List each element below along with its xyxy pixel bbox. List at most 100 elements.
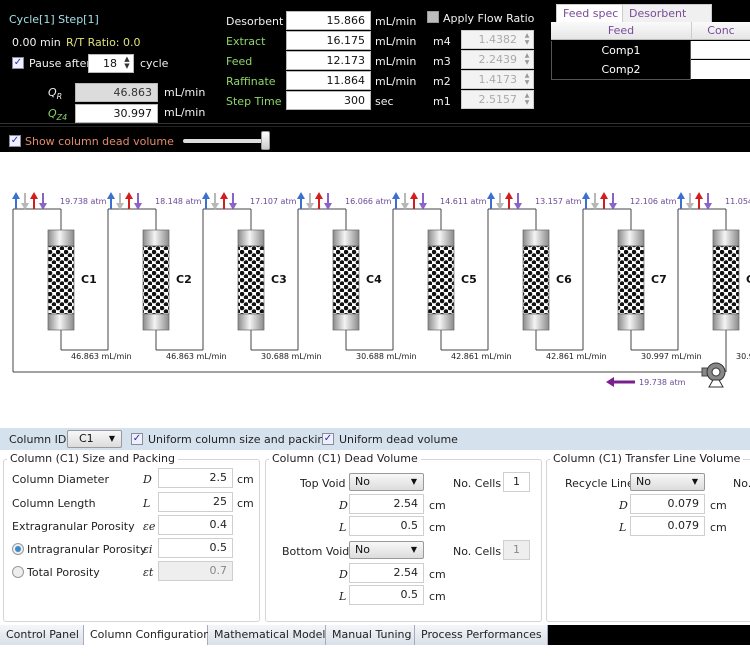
- uniform-size-checkbox[interactable]: ✓: [131, 433, 143, 445]
- eps-e-symbol: εe: [143, 520, 156, 533]
- column-packing: [142, 245, 170, 315]
- divider: [0, 126, 750, 127]
- bottom-void-select[interactable]: No ▼: [349, 541, 424, 559]
- feed-row-comp2[interactable]: Comp2: [552, 60, 690, 79]
- column-cap-bottom: [617, 313, 645, 331]
- pressure-label: 17.107 atm: [250, 197, 297, 206]
- intragranular-porosity-radio[interactable]: [12, 543, 24, 555]
- transfer-line-title: Column (C1) Transfer Line Volume: [550, 452, 744, 465]
- column-diameter-label: Column Diameter: [12, 473, 109, 486]
- size-packing-title: Column (C1) Size and Packing: [7, 452, 178, 465]
- recycle-length-input[interactable]: 0.079: [630, 516, 705, 536]
- pause-after-label: Pause after: [29, 57, 91, 70]
- feed-row-comp1[interactable]: Comp1: [552, 41, 690, 60]
- pump-rotor: [711, 367, 721, 377]
- top-l-symbol: L: [339, 521, 347, 534]
- recycle-diameter-input[interactable]: 0.079: [630, 494, 705, 514]
- column-id-label: C6: [556, 273, 572, 286]
- tab-manual-tuning[interactable]: Manual Tuning: [326, 625, 415, 645]
- conc-column-header: Conc: [691, 22, 750, 40]
- uniform-dead-volume-checkbox[interactable]: ✓: [322, 433, 334, 445]
- dead-volume-slider-track[interactable]: [183, 139, 268, 143]
- column-cap-bottom: [142, 313, 170, 331]
- recycle-line-select[interactable]: No ▼: [630, 473, 705, 491]
- diameter-unit: cm: [237, 473, 254, 486]
- column-cap-top: [237, 229, 265, 247]
- qz4-unit: mL/min: [164, 106, 206, 119]
- top-void-length-input[interactable]: 0.5: [349, 516, 424, 536]
- recycle-pressure-label: 19.738 atm: [639, 378, 686, 387]
- tab-control-panel[interactable]: Control Panel: [0, 625, 84, 645]
- tab-desorbent-spec[interactable]: Desorbent spec: [622, 4, 712, 37]
- flow-rate-label: 46.863 mL/min: [166, 352, 227, 361]
- qz4-label: QZ4: [48, 107, 68, 123]
- column-diameter-input[interactable]: 2.5: [158, 468, 233, 488]
- m1-input[interactable]: 2.5157 ▲ ▼: [461, 90, 534, 109]
- pressure-label: 12.106 atm: [630, 197, 677, 206]
- raffinate-label: Raffinate: [226, 75, 276, 88]
- top-l-unit: cm: [429, 521, 446, 534]
- top-void-diameter-input[interactable]: 2.54: [349, 494, 424, 514]
- show-dead-volume-checkbox[interactable]: ✓: [9, 135, 21, 147]
- feed-label: Feed: [226, 55, 253, 68]
- qr-unit: mL/min: [164, 86, 206, 99]
- total-porosity-radio[interactable]: [12, 566, 24, 578]
- eps-i-symbol: εi: [143, 543, 153, 556]
- column-cap-top: [617, 229, 645, 247]
- top-void-label: Top Void: [300, 477, 346, 490]
- qz4-input[interactable]: 30.997: [75, 104, 158, 123]
- length-symbol: L: [143, 497, 151, 510]
- intragranular-porosity-input[interactable]: 0.5: [158, 538, 233, 558]
- recycle-line-label: Recycle Line: [565, 477, 634, 490]
- desorbent-unit: mL/min: [375, 15, 417, 28]
- pump-base: [708, 379, 724, 388]
- pressure-label: 16.066 atm: [345, 197, 392, 206]
- recycle-l-unit: cm: [710, 521, 727, 534]
- tab-column-configuration[interactable]: Column Configuration: [84, 625, 210, 645]
- column-config-toolbar: Column ID: C1 ▼ ✓ Uniform column size and…: [0, 428, 750, 450]
- top-void-select[interactable]: No ▼: [349, 473, 424, 491]
- apply-flow-ratio-checkbox[interactable]: [427, 11, 439, 23]
- desorbent-input[interactable]: 15.866: [286, 11, 371, 30]
- qr-label: QR: [48, 86, 63, 102]
- m2-input[interactable]: 1.4173 ▲ ▼: [461, 70, 534, 89]
- conc-cell-comp2[interactable]: [691, 60, 750, 79]
- tab-mathematical-model[interactable]: Mathematical Model: [208, 625, 326, 645]
- main-tab-bar: Control Panel Column Configuration Mathe…: [0, 625, 750, 645]
- column-id-select[interactable]: C1 ▼: [67, 430, 122, 448]
- extragranular-porosity-input[interactable]: 0.4: [158, 515, 233, 535]
- column-cap-top: [427, 229, 455, 247]
- flow-rate-label: 30.688 mL/min: [261, 352, 322, 361]
- tab-process-performances[interactable]: Process Performances: [415, 625, 548, 645]
- bottom-cells-input: 1: [503, 540, 530, 560]
- top-d-symbol: D: [339, 499, 348, 512]
- cycle-unit: cycle: [140, 57, 169, 70]
- extract-label: Extract: [226, 35, 266, 48]
- pause-after-cycle-input[interactable]: 18 ▲ ▼: [88, 54, 134, 73]
- conc-cell-comp1[interactable]: [691, 41, 750, 59]
- port-arrow-head: [582, 192, 590, 199]
- tab-feed-spec[interactable]: Feed spec: [556, 4, 626, 22]
- length-unit: cm: [237, 497, 254, 510]
- raffinate-input[interactable]: 11.864: [286, 71, 371, 90]
- apply-flow-ratio-label: Apply Flow Ratio: [443, 12, 535, 25]
- column-id-label: C3: [271, 273, 287, 286]
- column-length-input[interactable]: 25: [158, 492, 233, 512]
- m3-input[interactable]: 2.2439 ▲ ▼: [461, 50, 534, 69]
- step-time-input[interactable]: 300: [286, 91, 371, 110]
- port-arrow-head: [600, 192, 608, 199]
- column-id-label: C1: [81, 273, 97, 286]
- top-d-unit: cm: [429, 499, 446, 512]
- pause-after-checkbox[interactable]: ✓: [12, 57, 24, 69]
- port-arrow-head: [125, 192, 133, 199]
- feed-input[interactable]: 12.173: [286, 51, 371, 70]
- extract-input[interactable]: 16.175: [286, 31, 371, 50]
- bottom-void-length-input[interactable]: 0.5: [349, 585, 424, 605]
- top-cells-input[interactable]: 1: [503, 472, 530, 492]
- dead-volume-slider-thumb[interactable]: [261, 131, 270, 150]
- raffinate-unit: mL/min: [375, 75, 417, 88]
- m4-input[interactable]: 1.4382 ▲ ▼: [461, 30, 534, 49]
- m2-label: m2: [433, 75, 451, 88]
- cycle-spinner[interactable]: ▲ ▼: [122, 56, 132, 71]
- bottom-void-diameter-input[interactable]: 2.54: [349, 563, 424, 583]
